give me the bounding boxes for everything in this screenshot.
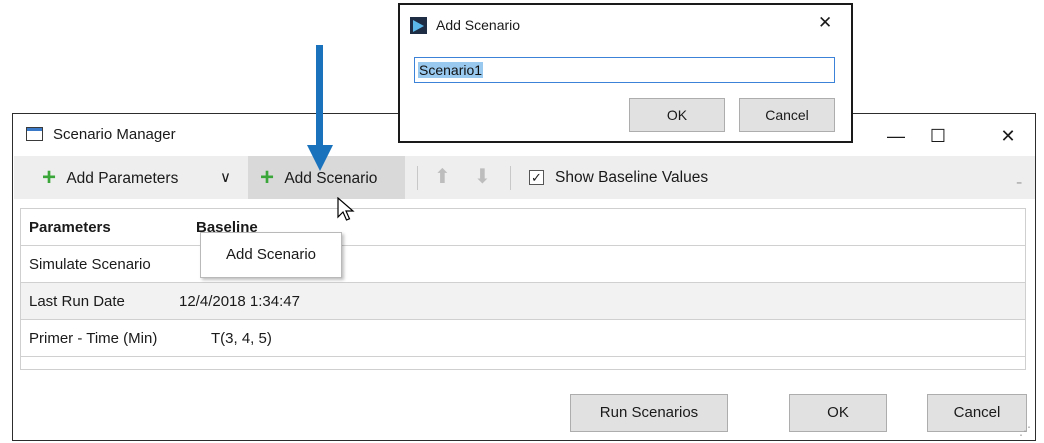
table-row[interactable]: Simulate Scenario [21,246,1025,283]
app-icon [410,17,427,34]
minimize-button[interactable]: — [873,118,919,154]
column-header-parameters[interactable]: Parameters [29,209,179,246]
overflow-icon[interactable]: ₌ [1016,160,1022,203]
close-button[interactable]: ✕ [985,118,1031,154]
resize-grip-icon[interactable]: ⋰ [1019,424,1031,438]
show-baseline-checkbox[interactable]: ✓ [529,170,544,185]
scenario-name-value: Scenario1 [418,62,484,78]
move-down-icon[interactable]: ⬇ [474,156,491,199]
run-scenarios-button[interactable]: Run Scenarios [570,394,728,432]
dialog-title: Add Scenario [436,17,521,33]
row-parameter-name: Simulate Scenario [29,256,151,273]
close-icon[interactable]: ✕ [818,13,832,33]
add-scenario-dialog: Add Scenario ✕ Scenario1 OK Cancel [398,3,853,143]
parameters-grid: Parameters Baseline Simulate Scenario La… [20,208,1026,370]
row-parameter-value: 12/4/2018 1:34:47 [179,293,300,310]
ok-button[interactable]: OK [789,394,887,432]
window-icon [26,127,43,141]
row-parameter-value: T(3, 4, 5) [211,330,272,347]
grid-header: Parameters Baseline [21,209,1025,246]
toolbar: + Add Parameters ∨ + Add Scenario ⬆ ⬇ ✓ … [14,156,1035,199]
row-parameter-name: Primer - Time (Min) [29,330,158,347]
maximize-button[interactable]: ☐ [915,118,961,154]
plus-icon: + [260,164,275,191]
annotation-arrow [316,45,323,147]
toolbar-divider [417,166,418,190]
show-baseline-label: Show Baseline Values [555,169,709,186]
add-scenario-label: Add Scenario [284,170,378,187]
mouse-cursor-icon [337,197,355,221]
move-up-icon[interactable]: ⬆ [434,156,451,199]
chevron-down-icon[interactable]: ∨ [220,156,231,199]
plus-icon: + [42,164,57,191]
table-row[interactable]: Last Run Date 12/4/2018 1:34:47 [21,283,1025,320]
toolbar-divider [510,166,511,190]
dialog-ok-button[interactable]: OK [629,98,725,132]
check-icon: ✓ [531,170,542,185]
row-parameter-name: Last Run Date [29,293,125,310]
add-parameters-label: Add Parameters [66,170,179,187]
table-row[interactable]: Primer - Time (Min) T(3, 4, 5) [21,320,1025,357]
cancel-button[interactable]: Cancel [927,394,1027,432]
dialog-cancel-button[interactable]: Cancel [739,98,835,132]
window-title: Scenario Manager [53,126,176,143]
add-scenario-tooltip: Add Scenario [200,232,342,278]
annotation-arrow-head [307,145,333,171]
scenario-name-input[interactable]: Scenario1 [414,57,835,83]
add-parameters-button[interactable]: + Add Parameters [42,156,178,199]
